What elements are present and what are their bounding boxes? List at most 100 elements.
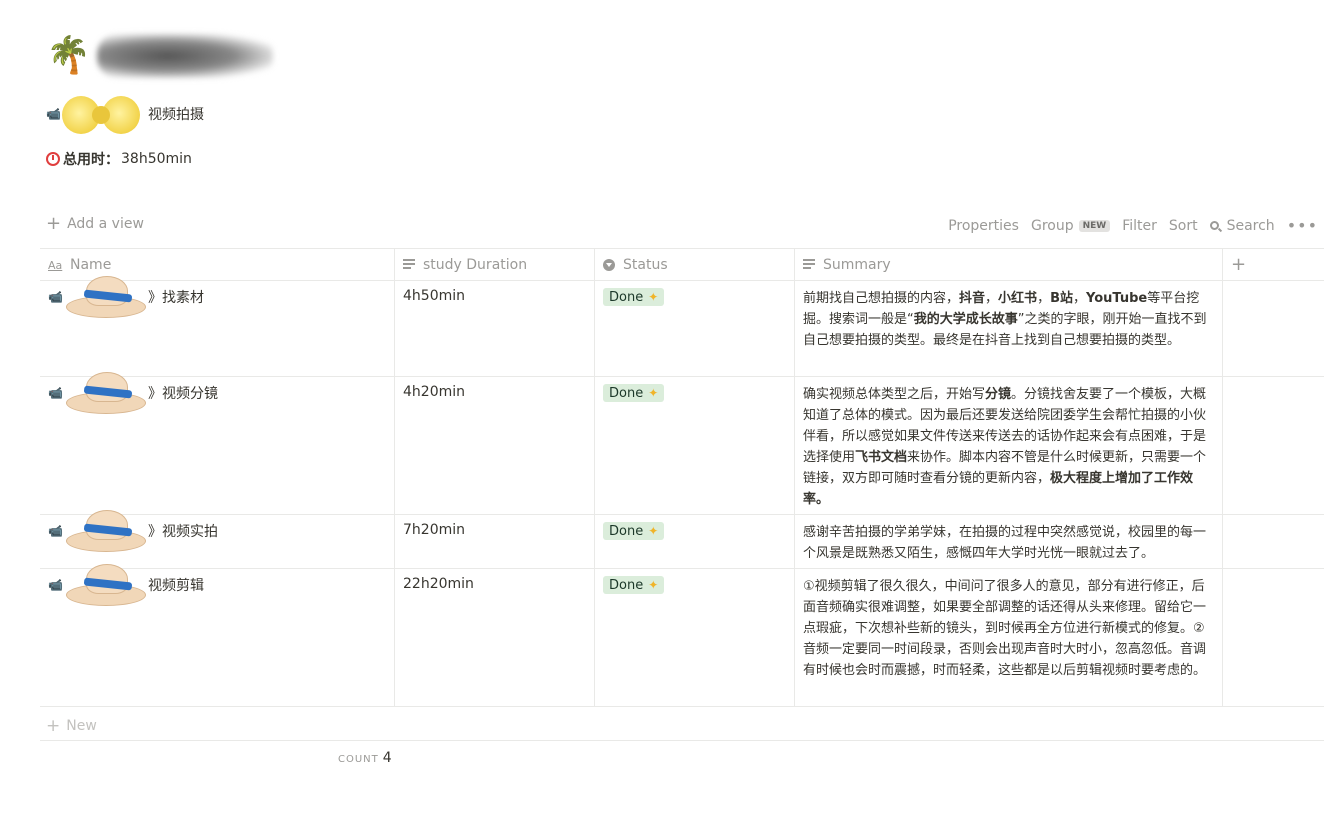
table-body: 📹 》找素材 4h50min Done ✦ 前期找自己想拍摄的内容，抖音，小红书… xyxy=(40,276,1324,707)
page-title: 🌴 xyxy=(46,34,273,78)
sparkle-icon: ✦ xyxy=(648,578,659,592)
column-header-status-label: Status xyxy=(623,256,668,273)
total-time-label: 总用时： xyxy=(63,152,119,168)
more-options-icon[interactable]: ••• xyxy=(1287,216,1318,235)
row-duration: 7h20min xyxy=(403,522,465,538)
summary-bold-text: B站 xyxy=(1050,291,1073,306)
straw-hat-sticker xyxy=(66,370,146,416)
status-cell[interactable]: Done ✦ xyxy=(595,515,795,568)
page-subtitle-row: 📹 视频拍摄 xyxy=(46,92,204,136)
row-name: 视频剪辑 xyxy=(148,578,204,594)
summary-text: 感谢辛苦拍摄的学弟学妹，在拍摄的过程中突然感觉说，校园里的每一个风景是既熟悉又陌… xyxy=(803,525,1207,561)
toolbar-actions: Properties Group NEW Filter Sort Search … xyxy=(936,216,1318,235)
status-label: Done xyxy=(609,385,644,401)
status-badge: Done ✦ xyxy=(603,576,665,594)
duration-cell[interactable]: 4h50min xyxy=(395,281,595,376)
blurred-title xyxy=(96,34,273,78)
name-cell[interactable]: 📹 视频剪辑 xyxy=(40,564,395,706)
column-header-duration-label: study Duration xyxy=(423,256,528,273)
row-duration: 4h20min xyxy=(403,384,465,400)
status-label: Done xyxy=(609,289,644,305)
summary-text: ， xyxy=(1037,291,1051,306)
database-table: Aa Name study Duration Status Summary + … xyxy=(40,248,1324,707)
select-property-icon xyxy=(603,258,615,271)
summary-cell[interactable]: 前期找自己想拍摄的内容，抖音，小红书，B站，YouTube等平台挖掘。搜索词一般… xyxy=(795,281,1223,376)
text-property-icon: Aa xyxy=(48,258,63,272)
duration-cell[interactable]: 22h20min xyxy=(395,569,595,706)
table-row[interactable]: 📹 》视频实拍 7h20min Done ✦ 感谢辛苦拍摄的学弟学妹，在拍摄的过… xyxy=(40,510,1324,569)
name-cell[interactable]: 📹 》视频实拍 xyxy=(40,510,395,568)
sparkle-icon: ✦ xyxy=(648,386,659,400)
row-duration: 4h50min xyxy=(403,288,465,304)
summary-bold-text: YouTube xyxy=(1086,291,1148,306)
status-badge: Done ✦ xyxy=(603,384,665,402)
summary-bold-text: 抖音 xyxy=(959,291,986,306)
add-view-label: Add a view xyxy=(67,216,144,232)
video-camera-icon: 📹 xyxy=(48,290,63,304)
status-label: Done xyxy=(609,523,644,539)
alarm-clock-icon xyxy=(46,152,60,166)
sparkle-icon: ✦ xyxy=(648,290,659,304)
name-cell[interactable]: 📹 》视频分镜 xyxy=(40,372,395,514)
palm-tree-icon: 🌴 xyxy=(46,35,91,76)
properties-button[interactable]: Properties xyxy=(948,218,1019,234)
status-badge: Done ✦ xyxy=(603,522,665,540)
duration-cell[interactable]: 7h20min xyxy=(395,515,595,568)
empty-cell xyxy=(1223,569,1324,706)
video-camera-icon: 📹 xyxy=(48,578,63,592)
table-row[interactable]: 📹 视频剪辑 22h20min Done ✦ ①视频剪辑了很久很久，中间问了很多… xyxy=(40,564,1324,707)
text-lines-icon xyxy=(803,258,815,271)
straw-hat-sticker xyxy=(66,274,146,320)
video-camera-icon: 📹 xyxy=(48,524,63,538)
duration-cell[interactable]: 4h20min xyxy=(395,377,595,514)
column-header-name-label: Name xyxy=(70,256,112,273)
status-cell[interactable]: Done ✦ xyxy=(595,377,795,514)
summary-cell[interactable]: ①视频剪辑了很久很久，中间问了很多人的意见，部分有进行修正，后面音频确实很难调整… xyxy=(795,569,1223,706)
summary-text: ①视频剪辑了很久很久，中间问了很多人的意见，部分有进行修正，后面音频确实很难调整… xyxy=(803,579,1207,678)
filter-button[interactable]: Filter xyxy=(1122,218,1157,234)
column-header-summary-label: Summary xyxy=(823,256,891,273)
add-property-button[interactable]: + xyxy=(1223,249,1324,280)
row-name: 》视频实拍 xyxy=(148,524,218,540)
count-label: COUNT xyxy=(338,754,379,765)
summary-bold-text: 小红书 xyxy=(998,291,1038,306)
search-icon xyxy=(1209,221,1219,230)
table-row[interactable]: 📹 》找素材 4h50min Done ✦ 前期找自己想拍摄的内容，抖音，小红书… xyxy=(40,276,1324,377)
column-header-duration[interactable]: study Duration xyxy=(395,249,595,280)
page-subtitle: 视频拍摄 xyxy=(148,107,204,123)
column-header-summary[interactable]: Summary xyxy=(795,249,1223,280)
row-name: 》找素材 xyxy=(148,290,204,306)
summary-bold-text: 飞书文档 xyxy=(855,450,908,465)
sort-button[interactable]: Sort xyxy=(1169,218,1198,234)
name-cell[interactable]: 📹 》找素材 xyxy=(40,276,395,376)
add-view-button[interactable]: + Add a view xyxy=(46,215,144,233)
column-header-status[interactable]: Status xyxy=(595,249,795,280)
total-time-value: 38h50min xyxy=(121,151,192,167)
plus-icon: + xyxy=(46,716,61,736)
summary-bold-text: 我的大学成长故事 xyxy=(913,312,1018,327)
footer-divider xyxy=(40,740,1324,741)
summary-text: ， xyxy=(1073,291,1087,306)
table-row[interactable]: 📹 》视频分镜 4h20min Done ✦ 确实视频总体类型之后，开始写分镜。… xyxy=(40,372,1324,515)
search-label: Search xyxy=(1226,217,1275,234)
summary-text: 确实视频总体类型之后，开始写 xyxy=(803,387,986,402)
status-cell[interactable]: Done ✦ xyxy=(595,281,795,376)
summary-cell[interactable]: 感谢辛苦拍摄的学弟学妹，在拍摄的过程中突然感觉说，校园里的每一个风景是既熟悉又陌… xyxy=(795,515,1223,568)
video-camera-icon: 📹 xyxy=(46,107,61,121)
video-camera-icon: 📹 xyxy=(48,386,63,400)
summary-cell[interactable]: 确实视频总体类型之后，开始写分镜。分镜找舍友要了一个模板，大概知道了总体的模式。… xyxy=(795,377,1223,514)
new-row-button[interactable]: + New xyxy=(46,716,97,736)
status-label: Done xyxy=(609,577,644,593)
total-time: 总用时： 38h50min xyxy=(46,149,192,169)
status-badge: Done ✦ xyxy=(603,288,665,306)
group-label: Group xyxy=(1030,217,1074,234)
row-duration: 22h20min xyxy=(403,576,474,592)
count-aggregate[interactable]: COUNT 4 xyxy=(338,750,392,766)
group-button[interactable]: Group NEW xyxy=(1030,217,1111,234)
empty-cell xyxy=(1223,377,1324,514)
bow-sticker xyxy=(62,92,142,136)
status-cell[interactable]: Done ✦ xyxy=(595,569,795,706)
table-header: Aa Name study Duration Status Summary + xyxy=(40,248,1324,281)
empty-cell xyxy=(1223,515,1324,568)
search-button[interactable]: Search xyxy=(1209,217,1275,234)
